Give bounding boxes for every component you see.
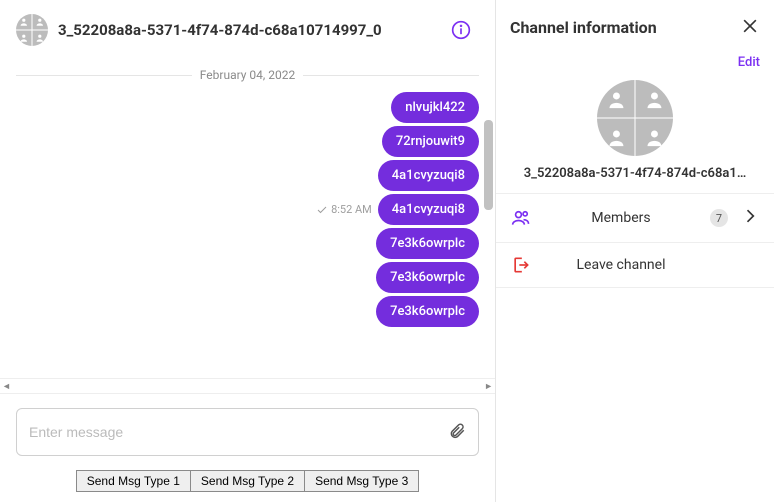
edit-link-wrap: Edit	[496, 51, 774, 76]
channel-info-panel: Channel information Edit 3_52208a8a-5371…	[496, 0, 774, 502]
message-time: 8:52 AM	[331, 203, 372, 216]
message-bubble[interactable]: 72rnjouwit9	[382, 126, 479, 157]
date-separator: February 04, 2022	[16, 68, 479, 82]
chat-column: 3_52208a8a-5371-4f74-874d-c68a10714997_0…	[0, 0, 496, 502]
edit-link[interactable]: Edit	[738, 55, 760, 70]
message-bubble[interactable]: 7e3k6owrplc	[376, 228, 479, 259]
check-icon	[316, 204, 328, 216]
close-button[interactable]	[740, 16, 760, 39]
panel-channel-name: 3_52208a8a-5371-4f74-874d-c68a1…	[524, 166, 747, 181]
leave-icon	[511, 255, 531, 275]
info-icon	[451, 20, 471, 40]
date-separator-label: February 04, 2022	[200, 68, 295, 82]
message-input[interactable]	[29, 424, 440, 440]
scroll-left-icon: ◄	[2, 381, 11, 392]
channel-avatar	[16, 14, 48, 46]
composer	[0, 394, 495, 464]
info-button[interactable]	[449, 18, 473, 42]
close-icon	[740, 16, 760, 36]
chevron-right-icon	[740, 206, 760, 226]
members-label: Members	[544, 210, 698, 226]
message-row: 7e3k6owrplc	[16, 262, 479, 293]
messages-viewport: February 04, 2022 nlvujkl42272rnjouwit94…	[0, 60, 495, 378]
message-row: 72rnjouwit9	[16, 126, 479, 157]
panel-channel-avatar	[597, 80, 673, 156]
message-row: 4a1cvyzuqi8	[16, 160, 479, 191]
vertical-scrollbar-thumb[interactable]	[484, 120, 493, 210]
message-bubble[interactable]: 7e3k6owrplc	[376, 262, 479, 293]
message-bubble[interactable]: 7e3k6owrplc	[376, 296, 479, 327]
channel-title: 3_52208a8a-5371-4f74-874d-c68a10714997_0	[58, 21, 439, 39]
compose-box	[16, 408, 479, 456]
message-bubble[interactable]: 4a1cvyzuqi8	[378, 160, 479, 191]
horizontal-scrollbar[interactable]: ◄ ►	[0, 378, 495, 394]
leave-label: Leave channel	[544, 257, 698, 273]
message-row: 7e3k6owrplc	[16, 296, 479, 327]
message-bubble[interactable]: nlvujkl422	[391, 92, 479, 123]
message-row: 8:52 AM 4a1cvyzuqi8	[16, 194, 479, 225]
send-type-button-row: Send Msg Type 1Send Msg Type 2Send Msg T…	[0, 464, 495, 502]
panel-header: Channel information	[496, 0, 774, 51]
panel-spacer	[496, 287, 774, 502]
attach-button[interactable]	[448, 422, 466, 443]
message-row: 7e3k6owrplc	[16, 228, 479, 259]
members-row[interactable]: Members 7	[496, 193, 774, 242]
members-icon	[511, 208, 531, 228]
members-count-badge: 7	[710, 209, 728, 227]
messages-list[interactable]: February 04, 2022 nlvujkl42272rnjouwit94…	[0, 60, 495, 378]
message-meta: 8:52 AM	[316, 203, 372, 216]
send-type-button-3[interactable]: Send Msg Type 3	[304, 470, 419, 492]
message-bubble[interactable]: 4a1cvyzuqi8	[378, 194, 479, 225]
scroll-right-icon: ►	[484, 381, 493, 392]
send-type-button-1[interactable]: Send Msg Type 1	[76, 470, 191, 492]
message-row: nlvujkl422	[16, 92, 479, 123]
panel-title: Channel information	[510, 18, 657, 37]
leave-channel-row[interactable]: Leave channel	[496, 242, 774, 287]
chat-header: 3_52208a8a-5371-4f74-874d-c68a10714997_0	[0, 0, 495, 60]
send-type-button-2[interactable]: Send Msg Type 2	[190, 470, 305, 492]
panel-avatar-section: 3_52208a8a-5371-4f74-874d-c68a1…	[496, 76, 774, 193]
paperclip-icon	[448, 422, 466, 440]
